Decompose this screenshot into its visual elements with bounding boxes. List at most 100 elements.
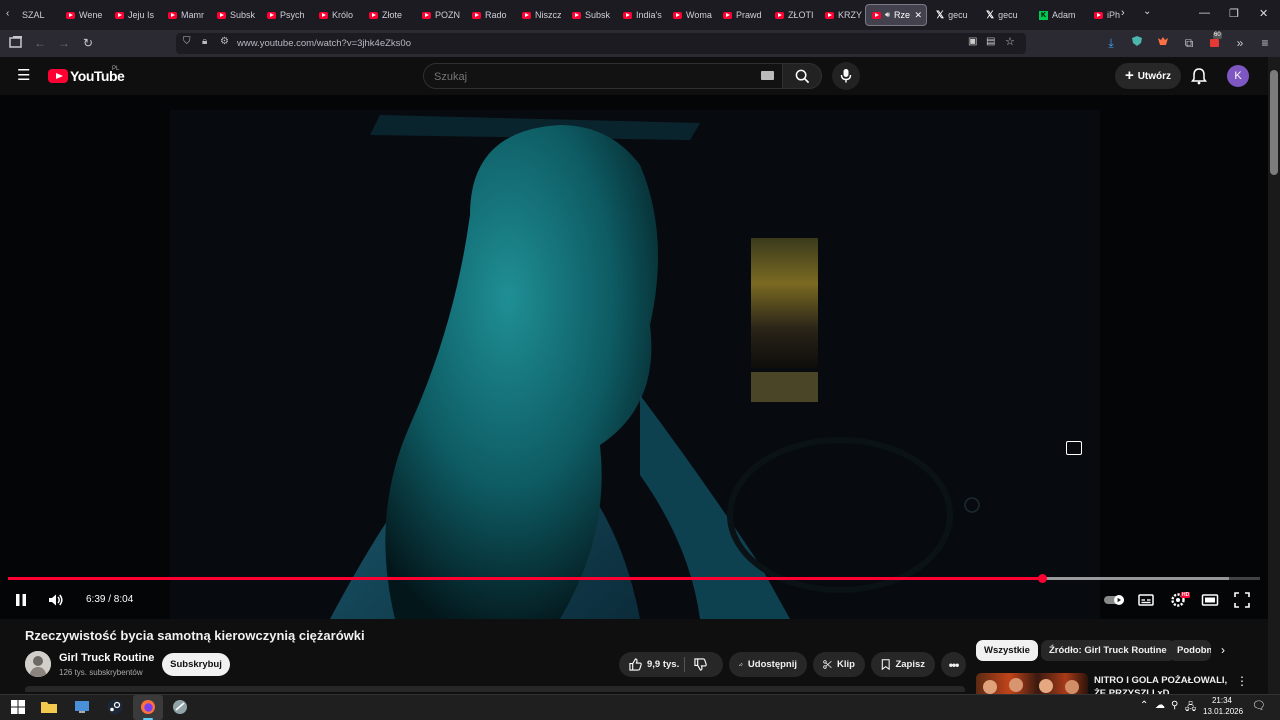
chip-source[interactable]: Źródło: Girl Truck Routine — [1041, 640, 1175, 661]
windows-start-icon[interactable] — [9, 698, 27, 716]
volume-icon[interactable] — [47, 591, 65, 609]
like-icon[interactable] — [629, 658, 642, 671]
browser-tab[interactable]: Niszcz — [516, 4, 561, 26]
browser-tab[interactable]: POZN — [416, 4, 461, 26]
notifications-bell-icon[interactable] — [1191, 67, 1207, 85]
browser-tab[interactable]: 𝕏gecu — [930, 4, 978, 26]
file-explorer-icon[interactable] — [40, 698, 58, 716]
youtube-logo-icon[interactable] — [48, 69, 68, 83]
browser-tab[interactable]: iPho — [1088, 4, 1120, 26]
browser-tab[interactable]: Wene — [60, 4, 104, 26]
browser-tab[interactable]: Jeju Is — [109, 4, 157, 26]
lock-icon[interactable]: 🔒︎ — [202, 36, 207, 47]
clip-button[interactable]: Klip — [813, 652, 865, 677]
search-input[interactable] — [434, 69, 754, 84]
tab-list-chevron-icon[interactable]: ⌄ — [1143, 6, 1151, 17]
clock-date[interactable]: 13.01.2026 — [1203, 707, 1243, 716]
guide-menu-icon[interactable]: ☰ — [17, 68, 30, 83]
close-window-icon[interactable]: ✕ — [1259, 7, 1268, 20]
address-bar[interactable]: ⛉ 🔒︎ ⚙ www.youtube.com/watch?v=3jhk4eZks… — [176, 33, 1026, 54]
extension-badge-icon[interactable]: 60 — [1207, 32, 1223, 51]
tab-scroll-right-icon[interactable]: › — [1121, 7, 1125, 19]
extension-shield-icon[interactable] — [1129, 35, 1145, 51]
notification-center-icon[interactable]: 🗨︎ — [1252, 699, 1266, 712]
browser-tab[interactable]: 𝕏gecu — [980, 4, 1030, 26]
minimize-icon[interactable]: — — [1199, 7, 1210, 19]
scrubber-handle[interactable] — [1037, 574, 1047, 583]
tab-close-icon[interactable]: ✕ — [914, 10, 922, 21]
fullscreen-icon[interactable] — [1233, 591, 1251, 609]
subtitles-icon[interactable] — [1137, 591, 1155, 609]
like-count[interactable]: 9,9 tys. — [647, 659, 679, 670]
pc-app-icon[interactable] — [73, 698, 91, 716]
pause-icon[interactable] — [12, 591, 30, 609]
description-box[interactable] — [25, 686, 965, 692]
network-icon[interactable]: 🖧︎ — [1185, 700, 1196, 717]
search-button[interactable] — [782, 63, 822, 89]
more-actions-button[interactable]: ••• — [941, 652, 966, 677]
reader-view-icon[interactable]: ▤ — [986, 36, 995, 47]
more-tools-chevron-icon[interactable]: » — [1232, 35, 1248, 51]
video-player[interactable] — [0, 95, 1268, 619]
keyboard-icon[interactable] — [761, 71, 774, 80]
tracking-protection-icon[interactable]: ⛉ — [183, 36, 191, 47]
steam-icon[interactable] — [106, 698, 124, 716]
autoplay-toggle-icon[interactable] — [1103, 591, 1125, 609]
create-button[interactable]: + Utwórz — [1115, 63, 1181, 89]
browser-tab[interactable]: Subsk — [211, 4, 256, 26]
expand-overlay-icon[interactable] — [1066, 441, 1082, 455]
recommendation-thumbnail[interactable] — [976, 673, 1088, 694]
search-box[interactable] — [423, 63, 783, 89]
tab-audio-icon[interactable]: 🔊︎ — [885, 10, 890, 20]
permissions-icon[interactable]: ⚙ — [220, 36, 229, 47]
sidebar-toggle-icon[interactable] — [8, 35, 24, 51]
dislike-icon[interactable] — [694, 658, 707, 671]
onedrive-icon[interactable]: ☁ — [1155, 700, 1165, 711]
download-icon[interactable]: ⤓ — [1103, 35, 1119, 51]
browser-tab[interactable]: K Adam — [1033, 4, 1085, 26]
app-menu-icon[interactable]: ≡ — [1257, 35, 1273, 51]
restore-icon[interactable]: ❐ — [1229, 7, 1239, 20]
voice-search-button[interactable] — [832, 62, 860, 90]
forward-icon[interactable]: → — [56, 35, 72, 51]
clock-time[interactable]: 21:34 — [1205, 696, 1239, 705]
tray-overflow-chevron-icon[interactable]: ⌃ — [1140, 700, 1148, 711]
scrollbar-thumb[interactable] — [1270, 70, 1278, 175]
account-avatar[interactable]: K — [1227, 65, 1249, 87]
browser-tab[interactable]: India's — [617, 4, 662, 26]
recommendation-menu-icon[interactable]: ⋮ — [1236, 674, 1248, 688]
chip-all[interactable]: Wszystkie — [976, 640, 1038, 661]
browser-tab[interactable]: Królo — [313, 4, 358, 26]
back-icon[interactable]: ← — [32, 35, 48, 51]
browser-tab[interactable]: Subsk — [566, 4, 612, 26]
extensions-puzzle-icon[interactable]: ⧉ — [1181, 35, 1197, 51]
browser-tab[interactable]: Złote — [363, 4, 411, 26]
channel-name[interactable]: Girl Truck Routine — [59, 652, 154, 664]
subscribe-button[interactable]: Subskrybuj — [162, 653, 230, 676]
browser-tab[interactable]: Rado — [466, 4, 511, 26]
browser-tab-label: Złote — [382, 10, 403, 20]
channel-avatar[interactable] — [25, 651, 51, 677]
save-button[interactable]: Zapisz — [871, 652, 935, 677]
game-app-icon[interactable] — [171, 698, 189, 716]
chip-similar[interactable]: Podobne — [1169, 640, 1211, 661]
browser-tab[interactable]: 🔊︎ Rze ✕ — [865, 4, 927, 26]
tab-scroll-left-icon[interactable]: ‹ — [6, 8, 9, 19]
picture-in-picture-icon[interactable]: ▣ — [968, 36, 977, 47]
chips-next-chevron-icon[interactable]: › — [1221, 643, 1225, 657]
browser-tab[interactable]: Mamr — [162, 4, 206, 26]
browser-tab[interactable]: Prawd — [717, 4, 764, 26]
theater-mode-icon[interactable] — [1201, 591, 1219, 609]
browser-tab[interactable]: Psych — [261, 4, 308, 26]
firefox-icon[interactable] — [139, 698, 157, 716]
url-text[interactable]: www.youtube.com/watch?v=3jhk4eZks0o — [237, 38, 411, 49]
browser-tab[interactable]: Woma — [667, 4, 712, 26]
extension-fox-icon[interactable] — [1155, 35, 1171, 51]
share-button[interactable]: Udostępnij — [729, 652, 807, 677]
reload-icon[interactable]: ↻ — [80, 35, 96, 51]
bookmark-star-icon[interactable]: ☆ — [1005, 35, 1015, 48]
usb-icon[interactable]: ⚲ — [1171, 700, 1178, 711]
browser-tab[interactable]: KRZY — [819, 4, 863, 26]
browser-tab[interactable]: SZAL — [16, 4, 56, 26]
browser-tab[interactable]: ZŁOTI — [769, 4, 814, 26]
